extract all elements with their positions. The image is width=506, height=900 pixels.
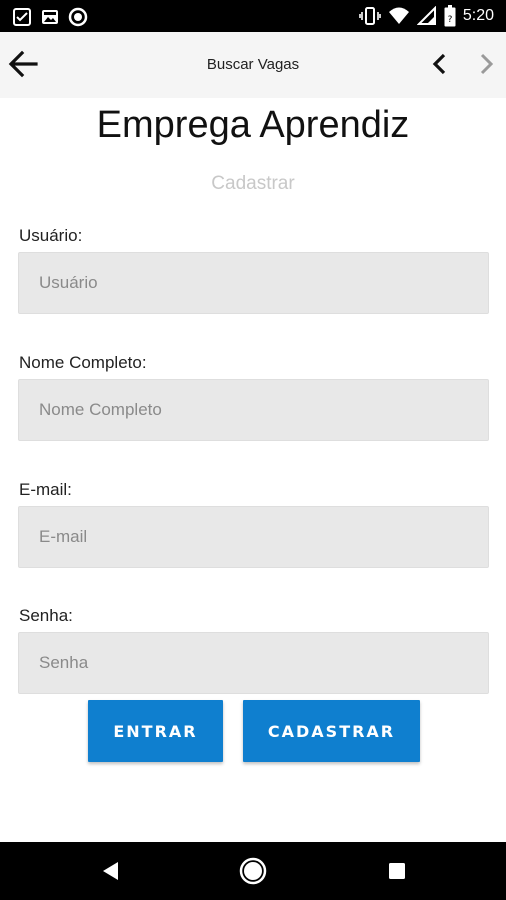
signal-icon xyxy=(416,6,437,26)
fullname-label: Nome Completo: xyxy=(19,353,147,372)
checklist-icon xyxy=(12,7,32,27)
home-circle-icon[interactable] xyxy=(238,856,268,886)
email-label: E-mail: xyxy=(19,480,72,499)
email-input[interactable] xyxy=(18,506,489,568)
battery-icon: ? xyxy=(444,5,456,27)
svg-text:?: ? xyxy=(447,15,452,25)
image-icon xyxy=(40,7,60,27)
chevron-right-icon[interactable] xyxy=(472,50,500,78)
status-bar: ? 5:20 xyxy=(0,0,506,32)
wifi-icon xyxy=(388,6,410,26)
status-right-icons: ? 5:20 xyxy=(359,5,494,27)
username-input[interactable] xyxy=(18,252,489,314)
status-left-icons xyxy=(12,7,88,27)
back-triangle-icon[interactable] xyxy=(96,856,126,886)
chevron-left-icon[interactable] xyxy=(426,50,454,78)
app-bar: Buscar Vagas xyxy=(0,32,506,98)
page-title: Emprega Aprendiz xyxy=(96,104,410,146)
fullname-input[interactable] xyxy=(18,379,489,441)
password-input[interactable] xyxy=(18,632,489,694)
system-nav-bar xyxy=(0,842,506,900)
login-button[interactable]: ENTRAR xyxy=(88,700,223,762)
password-label: Senha: xyxy=(19,606,73,625)
vibrate-icon xyxy=(359,6,381,26)
status-time: 5:20 xyxy=(462,7,494,24)
recents-square-icon[interactable] xyxy=(382,856,412,886)
circle-icon xyxy=(68,7,88,27)
username-label: Usuário: xyxy=(19,226,83,245)
register-button[interactable]: CADASTRAR xyxy=(243,700,420,762)
page-subtitle: Cadastrar xyxy=(211,173,295,194)
